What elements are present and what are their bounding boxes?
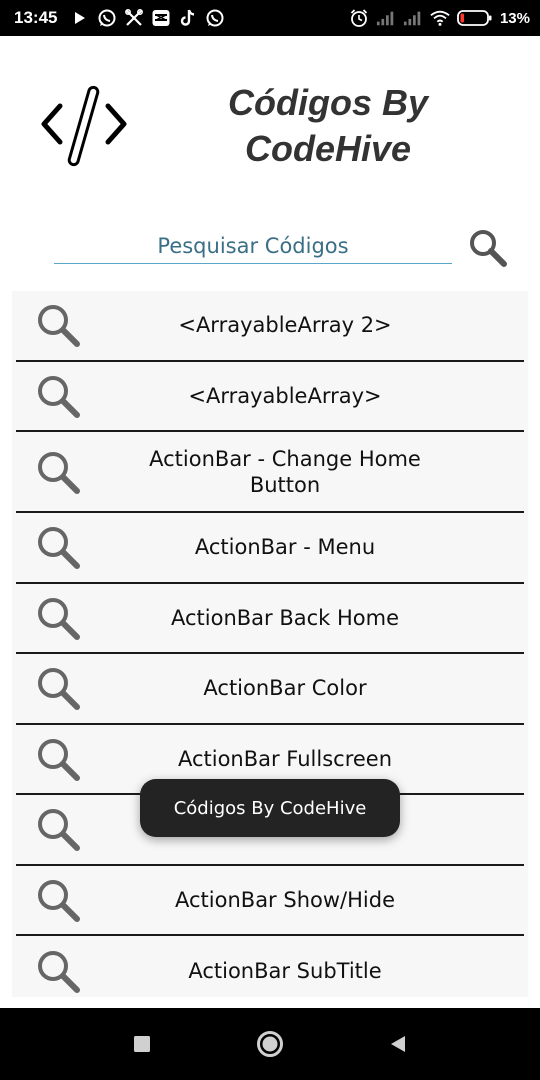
search-icon <box>38 527 80 570</box>
signal-icon <box>376 8 396 28</box>
battery-percent: 13% <box>499 9 530 27</box>
search-icon <box>38 451 80 494</box>
status-bar: 13:45 13% <box>0 0 540 36</box>
list-item-label: ActionBar Fullscreen <box>177 746 393 771</box>
list-item[interactable]: ActionBar Color <box>16 654 524 725</box>
signal-icon <box>403 8 423 28</box>
list-item-label: ActionBar Show/Hide <box>175 887 395 912</box>
back-button[interactable] <box>378 1024 418 1064</box>
list-item-label: <ArrayableArray> <box>188 383 382 408</box>
list-item[interactable]: ActionBar - Change Home Button <box>16 432 524 513</box>
search-icon <box>38 809 80 852</box>
search-icon <box>38 738 80 781</box>
home-circle-icon <box>257 1031 283 1057</box>
alarm-icon <box>349 8 369 28</box>
code-brackets-icon <box>38 84 130 168</box>
list-item-label: ActionBar Color <box>203 676 367 701</box>
whatsapp-icon <box>97 8 117 28</box>
search-button[interactable] <box>464 224 512 272</box>
code-list: <ArrayableArray 2> <ArrayableArray> Acti… <box>12 291 528 997</box>
list-item[interactable]: <ArrayableArray> <box>16 362 524 432</box>
tools-icon <box>124 8 144 28</box>
search-icon <box>470 230 507 267</box>
list-item-label: <ArrayableArray 2> <box>178 313 392 338</box>
battery-icon <box>457 8 493 28</box>
app-title: Códigos By CodeHive <box>170 80 486 172</box>
list-item-label: ActionBar SubTitle <box>188 959 382 984</box>
play-icon <box>70 8 90 28</box>
toast-message: Códigos By CodeHive <box>140 779 400 837</box>
recents-square-icon <box>134 1036 150 1052</box>
back-triangle-icon <box>391 1036 405 1052</box>
status-time: 13:45 <box>14 8 58 27</box>
search-icon <box>38 879 80 922</box>
list-item[interactable]: ActionBar Show/Hide <box>16 866 524 936</box>
list-item[interactable]: ActionBar Back Home <box>16 584 524 654</box>
list-item-label: ActionBar Back Home <box>170 605 400 630</box>
search-bar <box>54 224 514 272</box>
app-title-line2: CodeHive <box>244 128 412 169</box>
recents-button[interactable] <box>122 1024 162 1064</box>
tiktok-icon <box>178 8 198 28</box>
search-icon <box>38 597 80 640</box>
home-button[interactable] <box>250 1024 290 1064</box>
message-icon <box>151 8 171 28</box>
search-icon <box>38 668 80 711</box>
list-item-label: ActionBar - Change Home Button <box>149 446 421 497</box>
list-item[interactable]: <ArrayableArray 2> <box>16 291 524 362</box>
navigation-bar <box>0 1008 540 1080</box>
whatsapp-icon <box>205 8 225 28</box>
wifi-icon <box>430 8 450 28</box>
list-item[interactable]: ActionBar - Menu <box>16 513 524 584</box>
search-icon <box>38 375 80 418</box>
search-icon <box>38 305 80 348</box>
list-item[interactable]: ActionBar SubTitle <box>16 936 524 997</box>
search-icon <box>38 951 80 994</box>
list-item-label: ActionBar - Menu <box>194 535 376 560</box>
app-title-line1: Códigos By <box>227 82 428 123</box>
search-input[interactable] <box>54 228 452 264</box>
